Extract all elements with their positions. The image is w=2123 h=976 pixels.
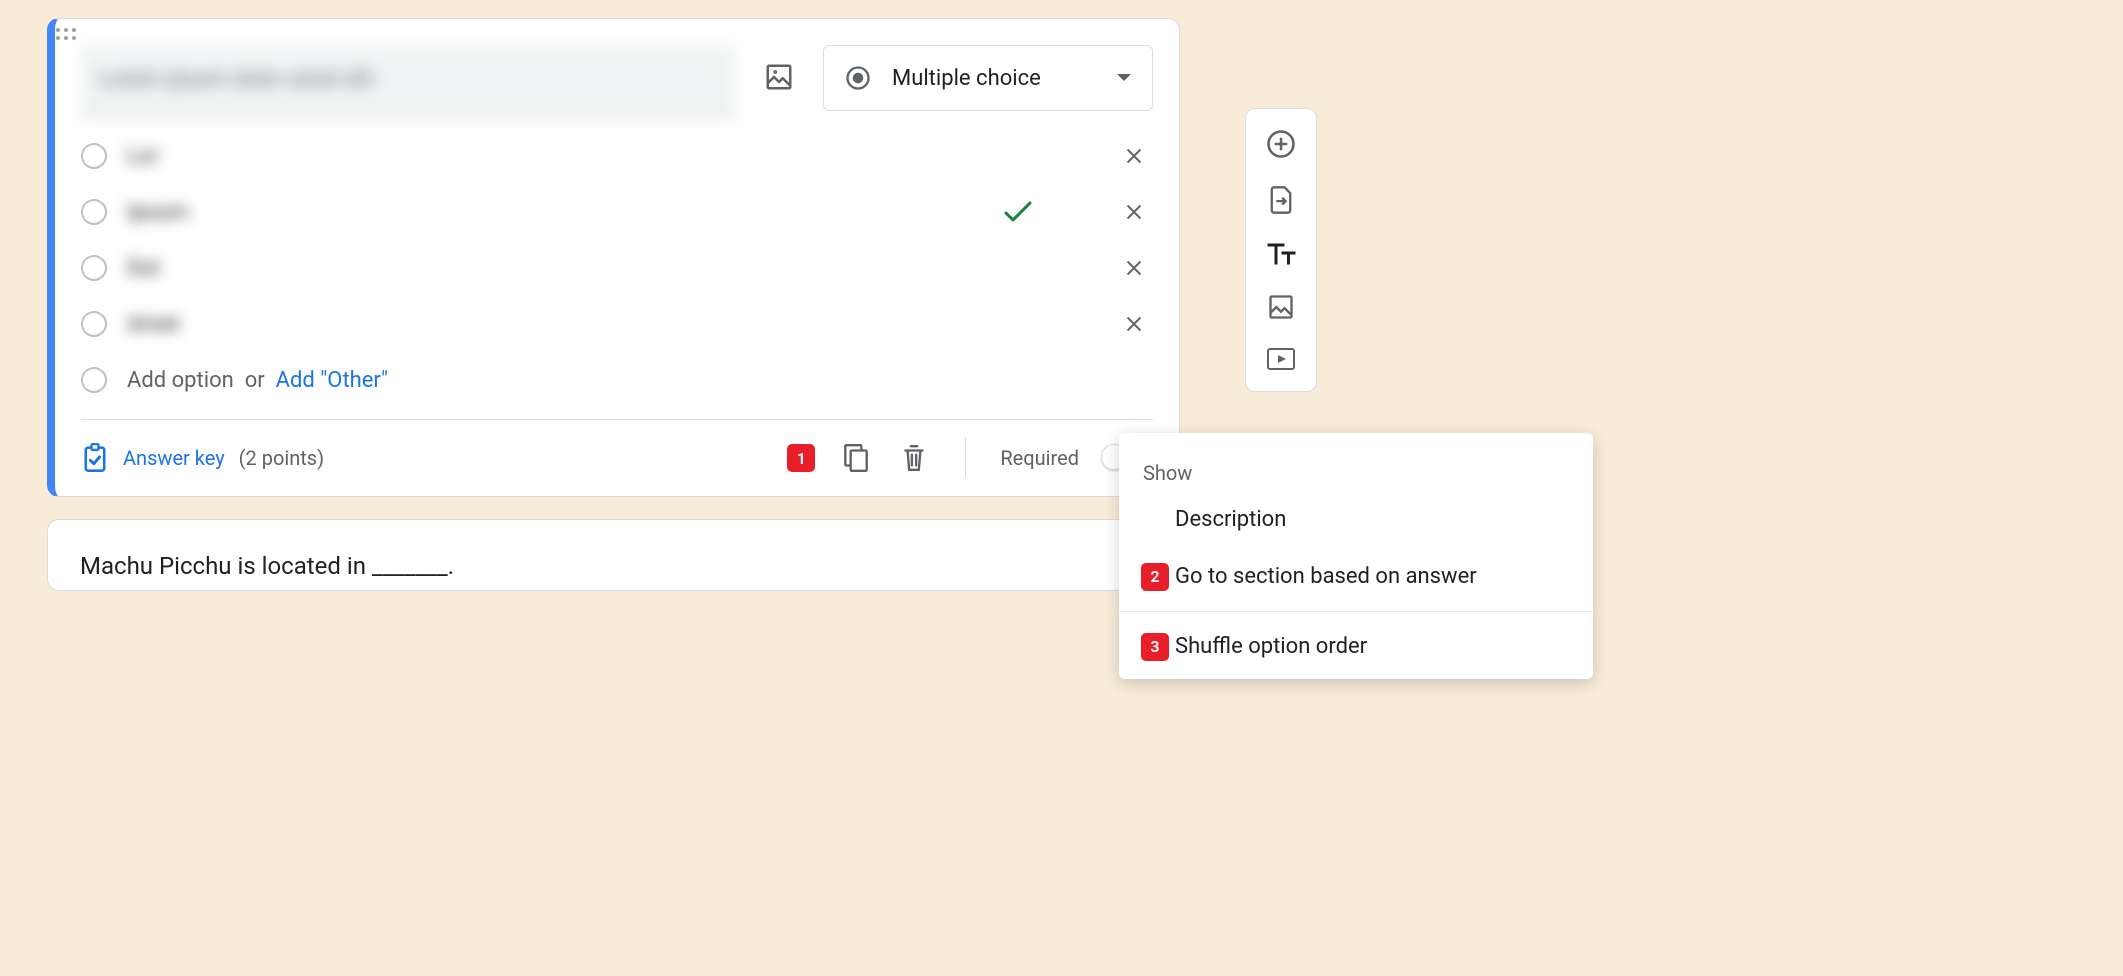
add-option-text: Add option or Add "Other" bbox=[127, 368, 1153, 393]
answer-key-label: Answer key bbox=[123, 446, 225, 470]
divider bbox=[965, 438, 966, 478]
video-icon[interactable] bbox=[1266, 347, 1296, 371]
next-question-card[interactable]: Machu Picchu is located in _______. bbox=[47, 519, 1180, 591]
menu-item-description[interactable]: Description bbox=[1119, 491, 1593, 548]
duplicate-icon[interactable] bbox=[839, 443, 873, 473]
answer-key-button[interactable]: Answer key bbox=[81, 443, 225, 473]
chevron-down-icon bbox=[1116, 73, 1132, 83]
annotation-badge-2: 2 bbox=[1141, 563, 1169, 591]
radio-icon[interactable] bbox=[81, 143, 107, 169]
popover-show-label: Show bbox=[1119, 447, 1593, 491]
image-icon[interactable] bbox=[1267, 293, 1295, 321]
next-question-text: Machu Picchu is located in _______. bbox=[80, 552, 1147, 580]
text-icon[interactable] bbox=[1266, 241, 1296, 267]
divider bbox=[1119, 611, 1593, 612]
option-text[interactable]: Amet bbox=[127, 312, 1103, 337]
remove-option-icon[interactable] bbox=[1123, 313, 1153, 335]
annotation-badge-3: 3 bbox=[1141, 633, 1169, 661]
question-type-label: Multiple choice bbox=[892, 66, 1041, 91]
menu-item-goto-section[interactable]: 2 Go to section based on answer bbox=[1119, 548, 1593, 605]
option-text[interactable]: Dol bbox=[127, 256, 1103, 281]
or-label: or bbox=[245, 368, 265, 393]
add-image-icon[interactable] bbox=[763, 61, 795, 93]
points-label: (2 points) bbox=[239, 446, 324, 470]
menu-item-shuffle[interactable]: 3 Shuffle option order bbox=[1119, 618, 1593, 675]
remove-option-icon[interactable] bbox=[1123, 201, 1153, 223]
option-row: Amet bbox=[81, 311, 1153, 337]
delete-icon[interactable] bbox=[897, 443, 931, 473]
option-text[interactable]: Ipsum bbox=[127, 200, 983, 225]
question-type-select[interactable]: Multiple choice bbox=[823, 45, 1153, 111]
check-icon bbox=[1003, 200, 1033, 224]
remove-option-icon[interactable] bbox=[1123, 257, 1153, 279]
option-row: Dol bbox=[81, 255, 1153, 281]
radio-icon[interactable] bbox=[81, 255, 107, 281]
required-label: Required bbox=[1000, 446, 1079, 470]
more-options-menu: Show Description 2 Go to section based o… bbox=[1119, 433, 1593, 679]
side-toolbar bbox=[1245, 108, 1317, 392]
add-option-row: Add option or Add "Other" bbox=[81, 367, 1153, 393]
radio-icon[interactable] bbox=[81, 199, 107, 225]
option-row: Ipsum bbox=[81, 199, 1153, 225]
drag-handle-icon[interactable] bbox=[55, 19, 1179, 45]
add-question-icon[interactable] bbox=[1266, 129, 1296, 159]
add-option-link[interactable]: Add option bbox=[127, 368, 234, 393]
question-input[interactable]: Lorem ipsum dolor amet elit bbox=[81, 45, 735, 115]
annotation-badge-1: 1 bbox=[787, 444, 815, 472]
option-text[interactable]: Lor bbox=[127, 144, 1103, 169]
answer-key-icon bbox=[81, 443, 109, 473]
add-other-link[interactable]: Add "Other" bbox=[276, 368, 388, 393]
question-card: Lorem ipsum dolor amet elit Multiple cho… bbox=[47, 18, 1180, 497]
radio-icon[interactable] bbox=[81, 311, 107, 337]
option-row: Lor bbox=[81, 143, 1153, 169]
remove-option-icon[interactable] bbox=[1123, 145, 1153, 167]
radio-icon bbox=[844, 64, 872, 92]
radio-icon bbox=[81, 367, 107, 393]
import-icon[interactable] bbox=[1267, 185, 1295, 215]
